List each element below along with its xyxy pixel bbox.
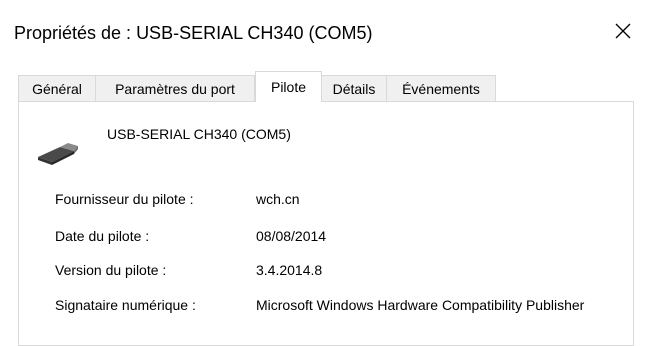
digital-signer-label: Signataire numérique :: [55, 297, 196, 313]
tab-port-settings[interactable]: Paramètres du port: [95, 75, 255, 101]
close-icon: [615, 23, 631, 39]
driver-date-value: 08/08/2014: [256, 228, 327, 244]
tab-strip: Général Paramètres du port Pilote Détail…: [18, 71, 630, 102]
driver-version-label: Version du pilote :: [55, 262, 167, 278]
close-button[interactable]: [606, 14, 640, 48]
driver-provider-label: Fournisseur du pilote :: [55, 191, 194, 207]
tab-details[interactable]: Détails: [321, 75, 387, 101]
usb-cable-icon: [38, 143, 78, 165]
device-name: USB-SERIAL CH340 (COM5): [107, 126, 291, 142]
digital-signer-value: Microsoft Windows Hardware Compatibility…: [256, 297, 585, 313]
driver-version-value: 3.4.2014.8: [256, 262, 323, 278]
properties-dialog: Propriétés de : USB-SERIAL CH340 (COM5) …: [0, 0, 648, 346]
title-bar: Propriétés de : USB-SERIAL CH340 (COM5): [0, 0, 648, 66]
driver-provider-value: wch.cn: [256, 191, 300, 207]
tab-general[interactable]: Général: [18, 75, 96, 101]
window-title: Propriétés de : USB-SERIAL CH340 (COM5): [14, 23, 373, 43]
driver-date-label: Date du pilote :: [55, 228, 150, 244]
tab-events[interactable]: Événements: [386, 75, 496, 101]
tab-driver[interactable]: Pilote: [255, 71, 322, 102]
